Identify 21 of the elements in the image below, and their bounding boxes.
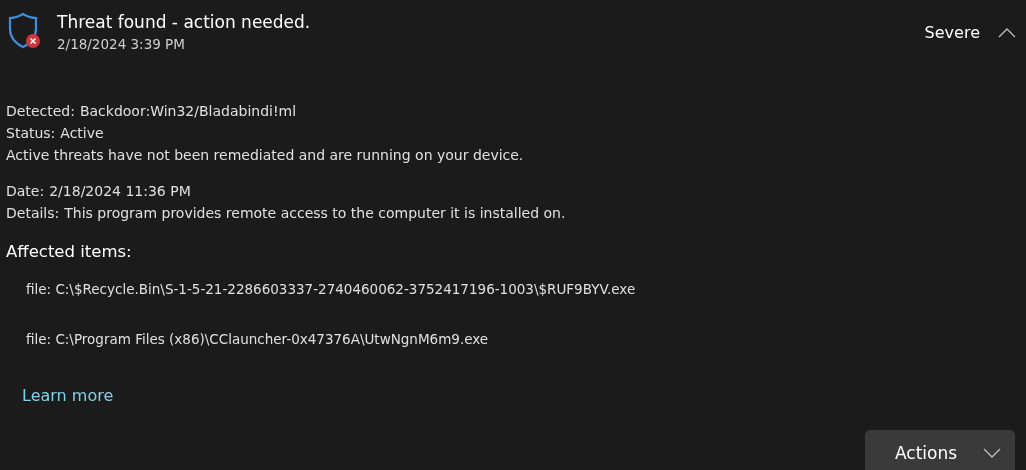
collapse-toggle[interactable] bbox=[998, 28, 1016, 38]
timestamp: 2/18/2024 3:39 PM bbox=[57, 35, 186, 54]
field-value: 2/18/2024 11:36 PM bbox=[49, 182, 191, 201]
field-value: This program provides remote access to the computer it is installed on. bbox=[64, 204, 566, 223]
field-label: Date: bbox=[6, 182, 45, 201]
status-note: Active threats have not been remediated and are running on your device. bbox=[6, 146, 525, 165]
field-label: Details: bbox=[6, 204, 60, 223]
chevron-down-icon bbox=[983, 448, 1002, 458]
field-label: Status: bbox=[6, 124, 56, 143]
severity-label: Severe bbox=[924, 22, 980, 44]
chevron-icon bbox=[998, 28, 1016, 38]
learn-more-link[interactable]: Learn more bbox=[22, 384, 114, 408]
shield-error-icon bbox=[7, 12, 41, 50]
actions-button[interactable]: Actions bbox=[865, 430, 1015, 470]
field-value: Backdoor:Win32/Bladabindi!ml bbox=[79, 102, 297, 121]
field-value: Active bbox=[60, 124, 104, 143]
affected-file-path: file: C:\Program Files (x86)\CClauncher-0x47376A\UtwNgnM6m9.exe bbox=[26, 330, 490, 349]
affected-file-path: file: C:\$Recycle.Bin\S-1-5-21-2286603337-2740460062-3752417196-1003\$RUF9BYV.exe bbox=[26, 280, 637, 299]
notification-title: Threat found - action needed. bbox=[57, 11, 311, 34]
field-label: Detected: bbox=[6, 102, 75, 121]
section-heading: Affected items: bbox=[6, 241, 133, 263]
